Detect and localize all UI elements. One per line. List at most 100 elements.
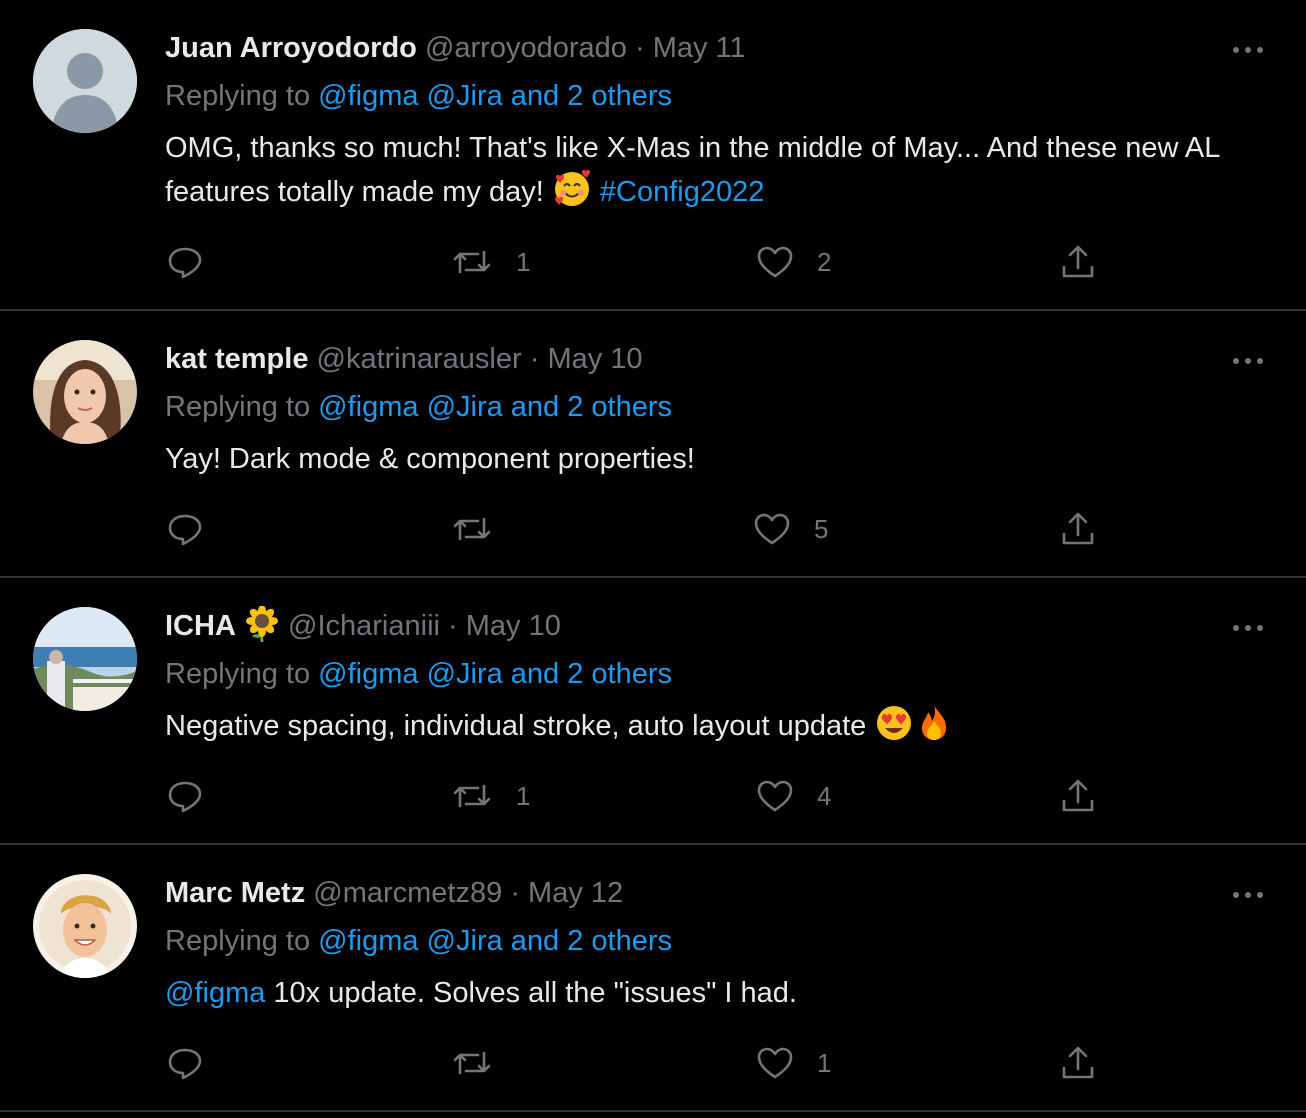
retweet-icon bbox=[453, 1051, 491, 1075]
avatar[interactable] bbox=[33, 607, 137, 711]
share-icon bbox=[1062, 245, 1094, 278]
tweet-actions: 1 bbox=[165, 1043, 1165, 1083]
tweet[interactable]: Marc Metz @marcmetz89 · May 12 Replying … bbox=[0, 845, 1306, 1112]
mention-link[interactable]: @figma bbox=[165, 977, 265, 1009]
tweet-date[interactable]: May 12 bbox=[528, 877, 623, 909]
share-button[interactable] bbox=[1058, 509, 1098, 549]
user-handle[interactable]: @Icharianiii bbox=[288, 610, 440, 642]
replying-prefix: Replying to bbox=[165, 658, 311, 690]
share-icon bbox=[1062, 512, 1094, 545]
user-handle[interactable]: @katrinarausler bbox=[317, 343, 522, 375]
replying-prefix: Replying to bbox=[165, 80, 311, 112]
reply-button[interactable] bbox=[165, 776, 205, 816]
retweet-icon bbox=[453, 250, 491, 274]
like-button[interactable]: 4 bbox=[755, 776, 831, 816]
tweet-header: ICHA @Icharianiii · May 10 bbox=[165, 605, 561, 645]
hashtag-link[interactable]: #Config2022 bbox=[600, 176, 764, 208]
like-count: 2 bbox=[817, 246, 832, 277]
avatar[interactable] bbox=[33, 874, 137, 978]
like-button[interactable]: 2 bbox=[755, 242, 831, 282]
replying-to: Replying to @figma @Jira and 2 others bbox=[165, 389, 672, 425]
profile-photo bbox=[33, 874, 137, 978]
replying-links[interactable]: @figma @Jira and 2 others bbox=[318, 80, 672, 112]
replying-to: Replying to @figma @Jira and 2 others bbox=[165, 656, 672, 692]
sunflower-icon bbox=[244, 605, 280, 643]
replying-links[interactable]: @figma @Jira and 2 others bbox=[318, 925, 672, 957]
user-handle[interactable]: @arroyodorado bbox=[425, 32, 627, 64]
separator: · bbox=[529, 343, 540, 375]
separator: · bbox=[448, 610, 458, 642]
tweet-body: Negative spacing, individual stroke, aut… bbox=[165, 710, 867, 742]
tweet-date[interactable]: May 10 bbox=[547, 343, 642, 375]
retweet-count: 1 bbox=[516, 246, 531, 277]
tweet[interactable]: kat temple @katrinarausler · May 10 Repl… bbox=[0, 311, 1306, 578]
display-name[interactable]: kat temple bbox=[165, 343, 308, 375]
heart-icon bbox=[757, 1047, 793, 1079]
retweet-button[interactable]: 1 bbox=[450, 776, 530, 816]
reply-icon bbox=[168, 514, 202, 546]
tweet-date[interactable]: May 11 bbox=[653, 32, 746, 64]
profile-photo bbox=[33, 607, 137, 711]
share-button[interactable] bbox=[1058, 776, 1098, 816]
tweet-header: kat temple @katrinarausler · May 10 bbox=[165, 341, 643, 377]
separator: · bbox=[634, 32, 645, 64]
retweet-button[interactable] bbox=[450, 1043, 516, 1083]
display-name[interactable]: Juan Arroyodordo bbox=[165, 32, 417, 64]
heart-icon bbox=[757, 780, 793, 812]
tweet-text: Yay! Dark mode & component properties! bbox=[165, 437, 1265, 481]
display-name[interactable]: ICHA bbox=[165, 610, 236, 642]
display-name[interactable]: Marc Metz bbox=[165, 877, 305, 909]
replying-prefix: Replying to bbox=[165, 391, 311, 423]
more-options-icon[interactable] bbox=[1230, 40, 1266, 60]
reply-icon bbox=[168, 247, 202, 279]
fire-icon bbox=[914, 703, 954, 743]
user-handle[interactable]: @marcmetz89 bbox=[313, 877, 502, 909]
more-options-icon[interactable] bbox=[1230, 618, 1266, 638]
tweet-text: @figma 10x update. Solves all the "issue… bbox=[165, 971, 1265, 1015]
retweet-icon bbox=[453, 784, 491, 808]
share-button[interactable] bbox=[1058, 242, 1098, 282]
more-options-icon[interactable] bbox=[1230, 885, 1266, 905]
avatar[interactable] bbox=[33, 29, 137, 133]
replying-to: Replying to @figma @Jira and 2 others bbox=[165, 78, 672, 114]
tweet[interactable]: Juan Arroyodordo @arroyodorado · May 11 … bbox=[0, 0, 1306, 311]
tweet[interactable]: ICHA @Icharianiii · May 10 Replying to @… bbox=[0, 578, 1306, 845]
reply-button[interactable] bbox=[165, 242, 205, 282]
retweet-button[interactable] bbox=[450, 509, 516, 549]
like-count: 5 bbox=[814, 513, 829, 544]
default-avatar-icon bbox=[33, 29, 137, 133]
like-count: 1 bbox=[817, 1047, 832, 1078]
reply-button[interactable] bbox=[165, 509, 205, 549]
more-options-icon[interactable] bbox=[1230, 351, 1266, 371]
reply-feed: Juan Arroyodordo @arroyodorado · May 11 … bbox=[0, 0, 1306, 1118]
share-button[interactable] bbox=[1058, 1043, 1098, 1083]
tweet-actions: 5 bbox=[165, 509, 1165, 549]
replying-prefix: Replying to bbox=[165, 925, 311, 957]
retweet-icon bbox=[453, 517, 491, 541]
like-count: 4 bbox=[817, 780, 832, 811]
like-button[interactable]: 5 bbox=[752, 509, 828, 549]
like-button[interactable]: 1 bbox=[755, 1043, 831, 1083]
retweet-count: 1 bbox=[516, 780, 531, 811]
tweet-date[interactable]: May 10 bbox=[466, 610, 561, 642]
tweet-actions: 1 2 bbox=[165, 242, 1165, 282]
heart-icon bbox=[757, 246, 793, 278]
reply-icon bbox=[168, 1048, 202, 1080]
heart-icon bbox=[754, 513, 790, 545]
share-icon bbox=[1062, 779, 1094, 812]
heart-eyes-icon bbox=[874, 703, 914, 743]
replying-to: Replying to @figma @Jira and 2 others bbox=[165, 923, 672, 959]
replying-links[interactable]: @figma @Jira and 2 others bbox=[318, 658, 672, 690]
tweet-header: Juan Arroyodordo @arroyodorado · May 11 bbox=[165, 30, 746, 66]
smiling-face-with-hearts-icon bbox=[552, 169, 592, 209]
reply-button[interactable] bbox=[165, 1043, 205, 1083]
share-icon bbox=[1062, 1046, 1094, 1079]
tweet-header: Marc Metz @marcmetz89 · May 12 bbox=[165, 875, 623, 911]
replying-links[interactable]: @figma @Jira and 2 others bbox=[318, 391, 672, 423]
tweet-body: Yay! Dark mode & component properties! bbox=[165, 443, 695, 475]
reply-icon bbox=[168, 781, 202, 813]
retweet-button[interactable]: 1 bbox=[450, 242, 530, 282]
avatar[interactable] bbox=[33, 340, 137, 444]
tweet-text: OMG, thanks so much! That's like X-Mas i… bbox=[165, 126, 1265, 214]
tweet-text: Negative spacing, individual stroke, aut… bbox=[165, 704, 1265, 748]
